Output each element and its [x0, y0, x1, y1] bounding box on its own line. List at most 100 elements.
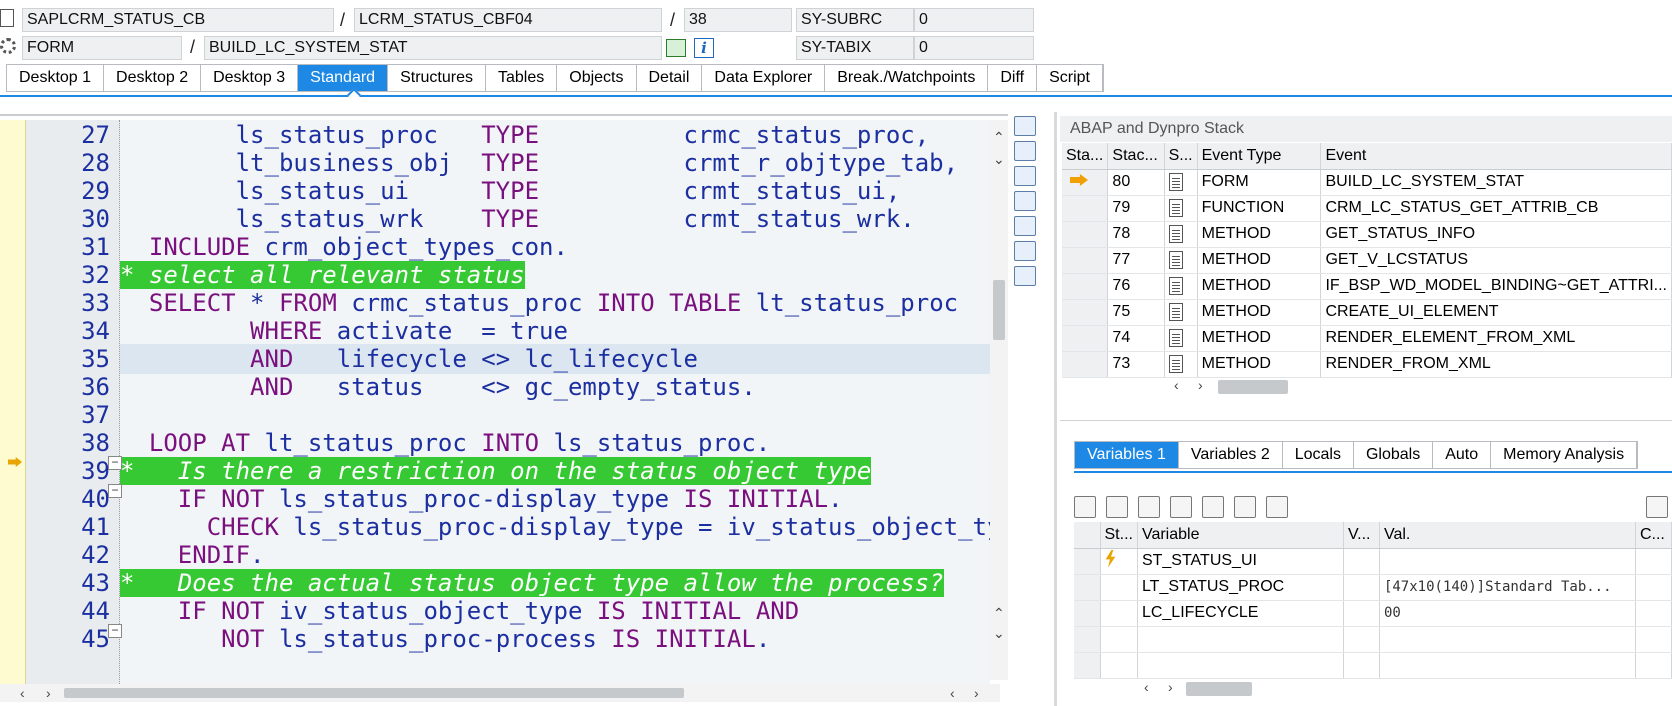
code-line[interactable]: ls_status_wrk TYPE crmt_status_wrk.: [120, 204, 990, 234]
tab-desktop-1[interactable]: Desktop 1: [7, 65, 105, 91]
event-type-field[interactable]: FORM: [22, 36, 182, 60]
variable-row[interactable]: LC_LIFECYCLE 00: [1074, 600, 1672, 627]
scroll-down-icon[interactable]: ⌄: [993, 626, 1005, 640]
sy-subrc-value[interactable]: 0: [914, 8, 1034, 32]
import-icon[interactable]: [1266, 496, 1288, 518]
variable-row[interactable]: [1074, 652, 1672, 679]
variable-name-cell[interactable]: [1137, 652, 1344, 679]
new-tool-icon[interactable]: [1014, 141, 1036, 161]
row-selector[interactable]: [1074, 626, 1101, 653]
include-field[interactable]: LCRM_STATUS_CBF04: [354, 8, 662, 32]
tab-standard[interactable]: Standard: [298, 65, 389, 91]
services-icon[interactable]: [1014, 266, 1036, 286]
column-header[interactable]: Event Type: [1197, 143, 1322, 170]
event-cell[interactable]: GET_STATUS_INFO: [1320, 221, 1672, 248]
scroll-right-icon[interactable]: ›: [1198, 378, 1203, 392]
tab-break-watchpoints[interactable]: Break./Watchpoints: [825, 65, 989, 91]
tab-detail[interactable]: Detail: [637, 65, 703, 91]
fold-toggle[interactable]: −: [108, 624, 122, 638]
sy-tabix-value[interactable]: 0: [914, 36, 1034, 60]
code-line[interactable]: lt_business_obj TYPE crmt_r_objtype_tab,: [120, 148, 990, 178]
code-line[interactable]: ENDIF.: [120, 540, 990, 570]
column-header[interactable]: Event: [1320, 143, 1672, 170]
event-cell[interactable]: BUILD_LC_SYSTEM_STAT: [1320, 169, 1672, 196]
view-cell[interactable]: [1343, 626, 1380, 653]
variable-row[interactable]: [1074, 626, 1672, 653]
code-area[interactable]: ls_status_proc TYPE crmc_status_proc, lt…: [120, 120, 990, 690]
column-header[interactable]: Sta...: [1062, 143, 1109, 170]
column-header[interactable]: Stac...: [1107, 143, 1165, 170]
horizontal-scrollbar[interactable]: [0, 684, 1000, 702]
table-row[interactable]: 73 METHOD RENDER_FROM_XML: [1062, 351, 1672, 378]
save-icon[interactable]: [1646, 496, 1668, 518]
variable-name-cell[interactable]: ST_STATUS_UI: [1137, 548, 1344, 575]
table-row[interactable]: 77 METHOD GET_V_LCSTATUS: [1062, 247, 1672, 274]
vertical-scrollbar[interactable]: [990, 120, 1008, 680]
scroll-right-icon[interactable]: ›: [1168, 680, 1173, 694]
value-cell[interactable]: [47x10(140)]Standard Tab...: [1379, 574, 1636, 601]
event-cell[interactable]: CRM_LC_STATUS_GET_ATTRIB_CB: [1320, 195, 1672, 222]
tab-desktop-3[interactable]: Desktop 3: [201, 65, 299, 91]
variable-name-cell[interactable]: [1137, 626, 1344, 653]
value-cell[interactable]: 00: [1379, 600, 1636, 627]
column-header[interactable]: St...: [1100, 522, 1138, 549]
scroll-up-icon[interactable]: ⌃: [993, 606, 1005, 620]
replace-icon[interactable]: [1014, 191, 1036, 211]
info-icon[interactable]: i: [694, 38, 714, 58]
code-line[interactable]: * select all relevant status: [120, 260, 990, 290]
horizontal-scroll-thumb[interactable]: [1218, 380, 1288, 394]
view-cell[interactable]: [1343, 548, 1380, 575]
row-selector-header[interactable]: [1074, 522, 1101, 549]
code-line[interactable]: ls_status_ui TYPE crmt_status_ui,: [120, 176, 990, 206]
view-cell[interactable]: [1343, 600, 1380, 627]
stack-horizontal-scrollbar[interactable]: ‹ ›: [1164, 378, 1672, 396]
table-row[interactable]: 78 METHOD GET_STATUS_INFO: [1062, 221, 1672, 248]
code-line[interactable]: IF NOT ls_status_proc-display_type IS IN…: [120, 484, 990, 514]
transfer-icon[interactable]: [1234, 496, 1256, 518]
tab-data-explorer[interactable]: Data Explorer: [702, 65, 826, 91]
scroll-right-icon[interactable]: ›: [46, 686, 51, 700]
code-line[interactable]: NOT ls_status_proc-process IS INITIAL.: [120, 624, 990, 654]
vartab-locals[interactable]: Locals: [1283, 442, 1354, 468]
code-line[interactable]: ls_status_proc TYPE crmc_status_proc,: [120, 120, 990, 150]
view-cell[interactable]: [1343, 652, 1380, 679]
view-cell[interactable]: [1343, 574, 1380, 601]
tab-diff[interactable]: Diff: [988, 65, 1038, 91]
column-header[interactable]: C...: [1635, 522, 1672, 549]
row-selector[interactable]: [1074, 652, 1101, 679]
event-cell[interactable]: CREATE_UI_ELEMENT: [1320, 299, 1672, 326]
scroll-left-icon[interactable]: ‹: [950, 686, 955, 700]
deselect-icon[interactable]: [1138, 496, 1160, 518]
tab-structures[interactable]: Structures: [388, 65, 486, 91]
select-all-icon[interactable]: [1106, 496, 1128, 518]
scroll-down-icon[interactable]: ⌄: [993, 152, 1005, 166]
value-cell[interactable]: [1379, 626, 1636, 653]
program-field[interactable]: SAPLCRM_STATUS_CB: [22, 8, 334, 32]
table-row[interactable]: 75 METHOD CREATE_UI_ELEMENT: [1062, 299, 1672, 326]
code-line[interactable]: WHERE activate = true: [120, 316, 990, 346]
horizontal-scroll-thumb[interactable]: [1186, 682, 1252, 696]
close-icon[interactable]: [1014, 116, 1036, 136]
panel-divider[interactable]: [1054, 112, 1057, 706]
table-row[interactable]: 76 METHOD IF_BSP_WD_MODEL_BINDING~GET_ATTR…: [1062, 273, 1672, 300]
column-header[interactable]: Val.: [1379, 522, 1636, 549]
row-selector[interactable]: [1074, 574, 1101, 601]
source-code-editor[interactable]: ls_status_proc TYPE crmc_status_proc, lt…: [0, 114, 1008, 706]
value-cell[interactable]: [1379, 652, 1636, 679]
breakpoint-gutter[interactable]: [0, 120, 26, 690]
scroll-left-icon[interactable]: ‹: [1144, 680, 1149, 694]
scroll-left-icon[interactable]: ‹: [1174, 378, 1179, 392]
column-header[interactable]: Variable: [1137, 522, 1344, 549]
row-selector[interactable]: [1074, 600, 1101, 627]
vartab-globals[interactable]: Globals: [1354, 442, 1434, 468]
row-selector[interactable]: [1074, 548, 1101, 575]
scroll-right-icon[interactable]: ›: [974, 686, 979, 700]
code-line[interactable]: AND lifecycle <> lc_lifecycle: [120, 344, 990, 374]
vartab-auto[interactable]: Auto: [1433, 442, 1492, 468]
variables-horizontal-scrollbar[interactable]: ‹ ›: [1140, 680, 1672, 698]
column-header[interactable]: S...: [1164, 143, 1198, 170]
variable-row[interactable]: LT_STATUS_PROC [47x10(140)]Standard Tab..…: [1074, 574, 1672, 601]
code-line[interactable]: INCLUDE crm_object_types_con.: [120, 232, 990, 262]
code-line[interactable]: * Does the actual status object type all…: [120, 568, 990, 598]
table-row[interactable]: 80 FORM BUILD_LC_SYSTEM_STAT: [1062, 169, 1672, 196]
